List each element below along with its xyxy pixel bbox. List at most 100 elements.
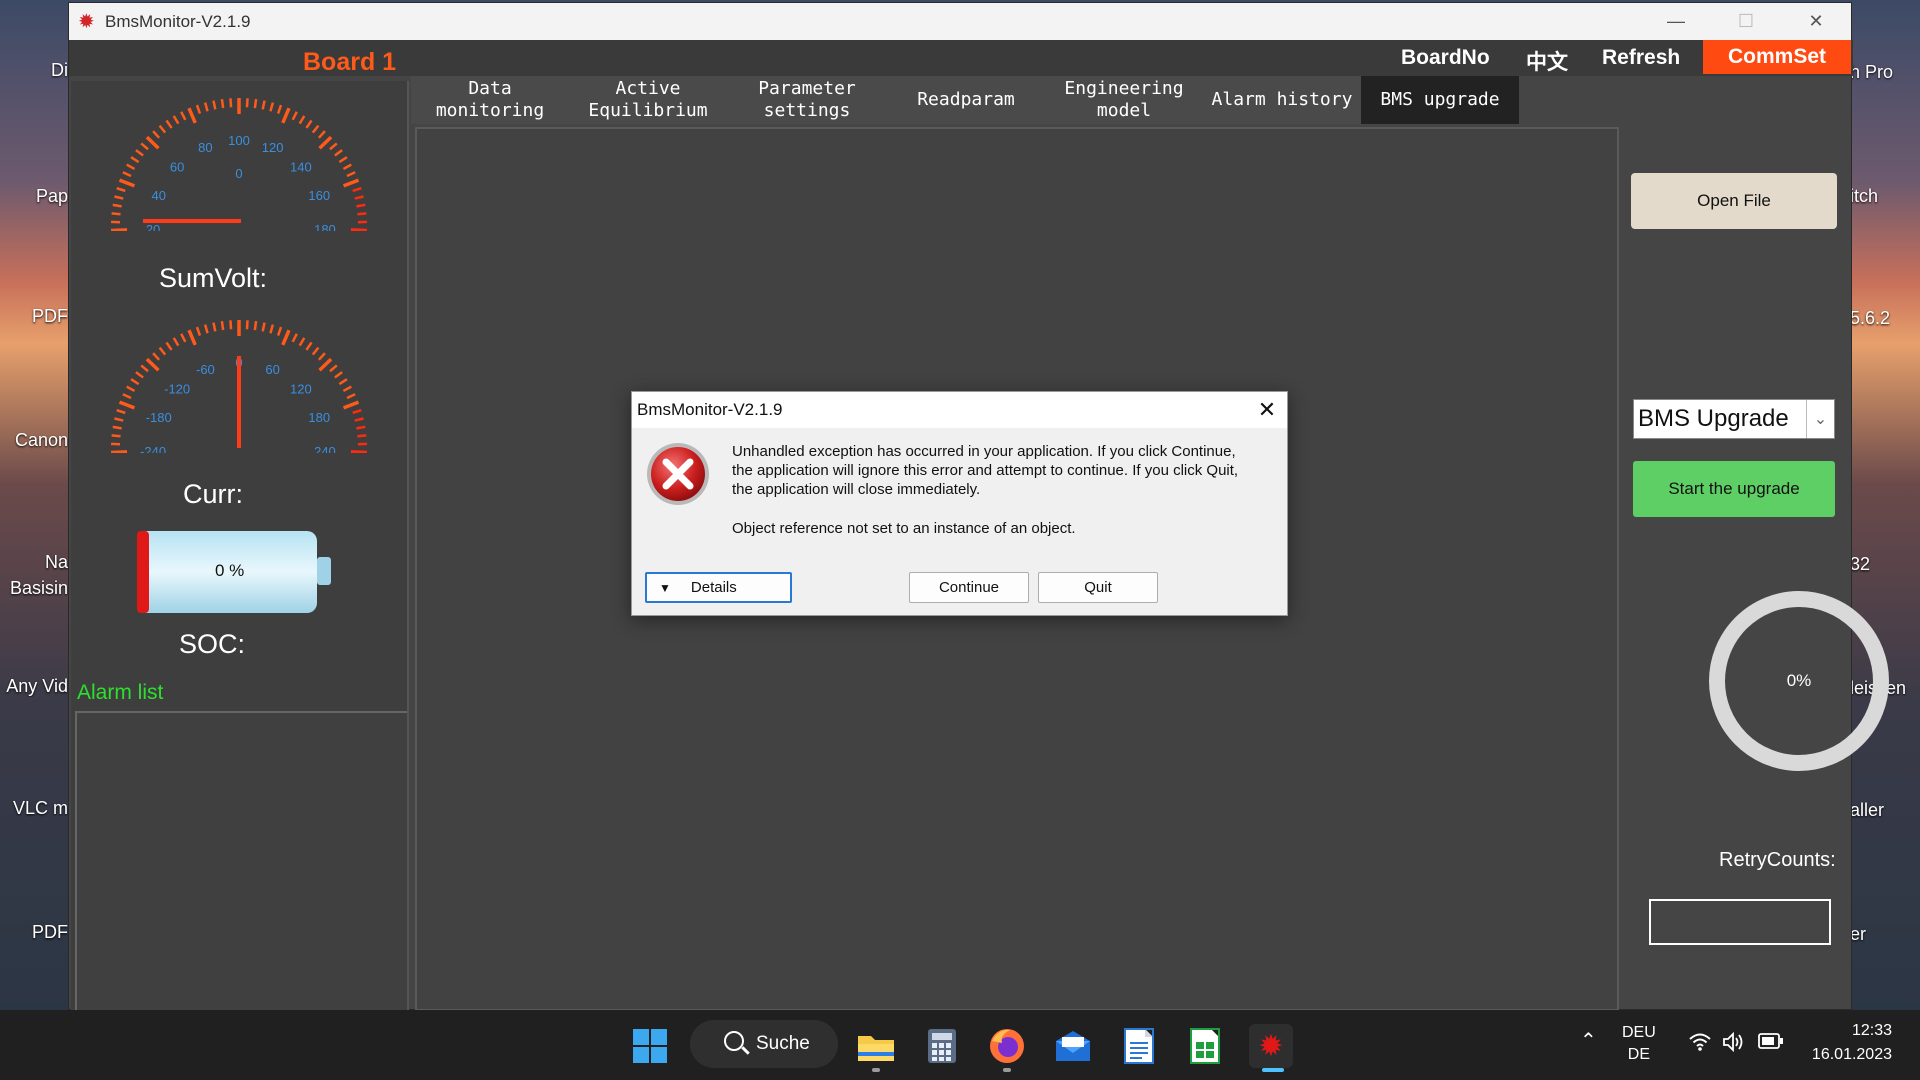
gauge-tick-label: -60 (196, 362, 215, 377)
desktop-icon-label[interactable]: 5.6.2 (1850, 308, 1890, 329)
gauge-tick (111, 212, 121, 216)
details-button[interactable]: ▼ Details (645, 572, 792, 603)
windows-start-icon[interactable] (628, 1024, 672, 1068)
gauge-tick (350, 228, 367, 231)
desktop-icon-label[interactable]: itch (1850, 186, 1878, 207)
gauge-tick (212, 100, 217, 110)
taskbar-search[interactable]: Suche (690, 1020, 838, 1068)
gauge-tick (195, 104, 202, 115)
gauge-tick (158, 124, 167, 134)
gauge-tick (111, 450, 128, 453)
dialog-titlebar[interactable]: BmsMonitor-V2.1.9 ✕ (632, 392, 1287, 428)
desktop-icon-label[interactable]: PDF (0, 306, 68, 327)
sumvolt-label: SumVolt: (159, 263, 268, 293)
gauge-tick (357, 212, 367, 216)
gauge-tick (158, 346, 167, 356)
desktop-icon-label[interactable]: h Pro (1850, 62, 1893, 83)
gauge-tick (298, 337, 306, 347)
tab-bms-upgrade[interactable]: BMS upgrade (1361, 76, 1519, 124)
gauge-tick (180, 111, 187, 121)
retry-counts-label: RetryCounts: (1719, 849, 1836, 871)
mail-icon[interactable] (1051, 1024, 1095, 1068)
firefox-icon[interactable] (985, 1024, 1029, 1068)
running-indicator (1003, 1068, 1011, 1072)
gauge-tick (291, 111, 298, 121)
window-title: BmsMonitor-V2.1.9 (105, 11, 251, 31)
tab-engineering-model[interactable]: Engineering model (1045, 76, 1203, 124)
tab-parameter-settings[interactable]: Parameter settings (727, 76, 887, 124)
desktop-icon-label[interactable]: Di (0, 60, 68, 81)
tab-active-equilibrium[interactable]: Active Equilibrium (569, 76, 727, 124)
desktop-icon-label[interactable]: VLC m (0, 798, 68, 819)
gauge-tick (195, 326, 202, 337)
gauge-tick (261, 322, 266, 332)
bmsmonitor-taskbar-icon[interactable]: ✹ (1249, 1024, 1293, 1068)
writer-document-icon[interactable] (1117, 1024, 1161, 1068)
desktop-icon-label[interactable]: Any Vid (0, 676, 68, 697)
tab-alarm-history[interactable]: Alarm history (1203, 76, 1361, 124)
desktop-icon-label[interactable]: aller (1850, 800, 1884, 821)
language-button[interactable]: 中文 (1526, 46, 1568, 76)
file-explorer-icon[interactable] (854, 1024, 898, 1068)
calc-spreadsheet-icon[interactable] (1183, 1024, 1227, 1068)
gauge-tick-label: -240 (140, 444, 166, 453)
minimize-button[interactable]: — (1641, 3, 1711, 40)
gauge-tick (118, 178, 136, 188)
gauge-tick-label: -180 (146, 410, 172, 425)
gauge-tick (317, 352, 326, 361)
close-button[interactable]: ✕ (1781, 3, 1851, 40)
gauge-tick-label: 180 (314, 222, 336, 231)
chevron-down-icon[interactable]: ⌄ (1806, 400, 1834, 438)
gauge-tick-label: 20 (146, 222, 160, 231)
soc-value: 0 % (215, 561, 245, 580)
continue-button[interactable]: Continue (909, 572, 1029, 603)
gauge-tick (112, 425, 122, 430)
gauge-tick (276, 104, 283, 115)
gauge-tick (352, 409, 362, 415)
desktop-icon-label[interactable]: er (1850, 924, 1866, 945)
tab-readparam[interactable]: Readparam (887, 76, 1045, 124)
desktop-icon-label[interactable]: Basisin (0, 578, 68, 599)
calculator-icon[interactable] (920, 1024, 964, 1068)
tab-label: Parameter (758, 78, 856, 100)
desktop-icon-label[interactable]: Pap (0, 186, 68, 207)
gauge-tick (329, 142, 338, 151)
clock[interactable]: 12:33 (1832, 1020, 1892, 1042)
wifi-icon[interactable] (1688, 1032, 1712, 1059)
gauge-tick (350, 450, 367, 453)
battery-status-icon[interactable] (1758, 1032, 1784, 1057)
gauge-tick (305, 341, 313, 351)
window-titlebar[interactable]: ✹ BmsMonitor-V2.1.9 — ☐ ✕ (69, 3, 1851, 40)
search-label: Suche (756, 1033, 810, 1054)
commset-button[interactable]: CommSet (1703, 40, 1851, 74)
mode-select[interactable]: BMS Upgrade ⌄ (1633, 399, 1835, 439)
gauge-tick (187, 107, 197, 124)
retry-counts-input[interactable] (1649, 899, 1831, 945)
close-icon[interactable]: ✕ (1247, 392, 1287, 428)
gauge-tick (318, 357, 333, 372)
gauge-tick (152, 130, 161, 139)
gauge-tick (112, 203, 122, 208)
alarm-list-label: Alarm list (77, 681, 164, 704)
desktop-icon-label[interactable]: Na (0, 552, 68, 573)
refresh-button[interactable]: Refresh (1602, 46, 1680, 70)
desktop-icon-label[interactable]: 32 (1850, 554, 1870, 575)
chevron-up-icon[interactable]: ⌃ (1580, 1030, 1597, 1052)
start-upgrade-button[interactable]: Start the upgrade (1633, 461, 1835, 517)
gauge-tick-label: 180 (308, 410, 330, 425)
gauge-tick (114, 417, 124, 422)
tab-label: Equilibrium (588, 100, 708, 121)
board-label: Board 1 (303, 48, 397, 76)
gauge-tick (342, 400, 360, 410)
desktop-icon-label[interactable]: PDF (0, 922, 68, 943)
maximize-button[interactable]: ☐ (1711, 3, 1781, 40)
volume-icon[interactable] (1722, 1031, 1746, 1059)
running-indicator (872, 1068, 880, 1072)
desktop-icon-label[interactable]: Canon (0, 430, 68, 451)
open-file-button[interactable]: Open File (1631, 173, 1837, 229)
input-language[interactable]: DEU DE (1622, 1022, 1656, 1066)
alarm-list[interactable] (75, 711, 407, 1011)
boardno-button[interactable]: BoardNo (1401, 46, 1490, 70)
tab-data-monitoring[interactable]: Data monitoring (411, 76, 569, 124)
quit-button[interactable]: Quit (1038, 572, 1158, 603)
